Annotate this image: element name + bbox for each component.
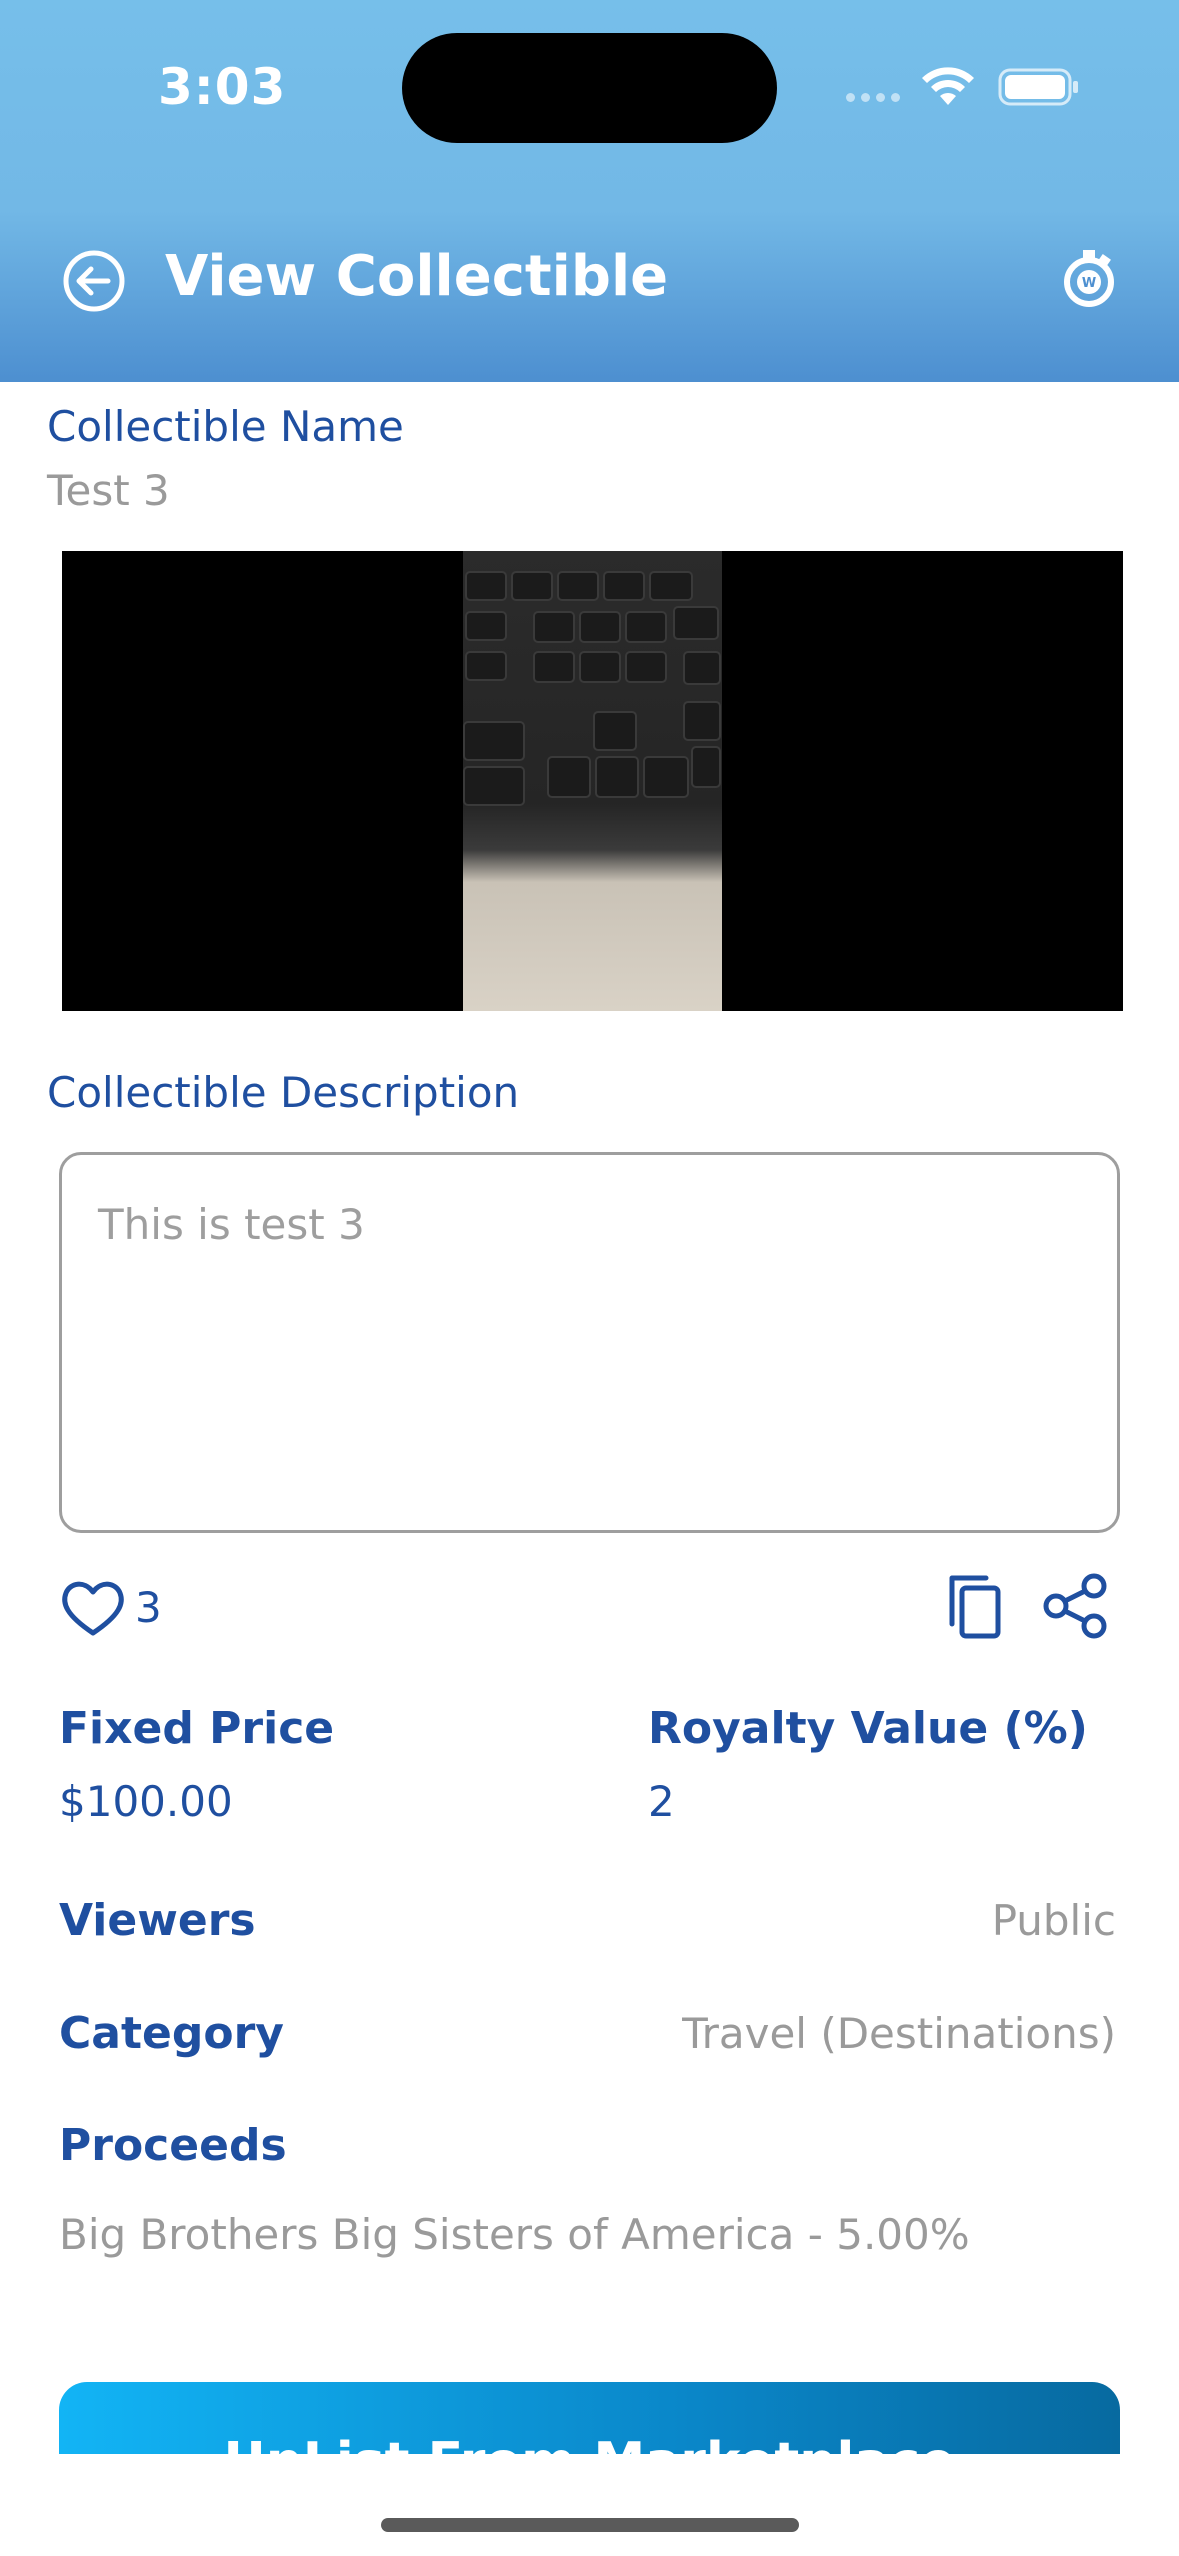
- status-time: 3:03: [158, 58, 287, 116]
- home-indicator[interactable]: [381, 2518, 799, 2532]
- viewers-value: Public: [991, 1896, 1116, 1945]
- proceeds-label: Proceeds: [59, 2120, 287, 2171]
- dynamic-island: [402, 33, 777, 143]
- collectible-description-field[interactable]: This is test 3: [59, 1152, 1120, 1533]
- collectible-description-label: Collectible Description: [47, 1068, 520, 1117]
- heart-icon[interactable]: [58, 1577, 128, 1639]
- collectible-name-label: Collectible Name: [47, 402, 404, 451]
- back-arrow-icon[interactable]: [58, 245, 130, 317]
- copy-icon[interactable]: [946, 1572, 1004, 1640]
- collectible-media[interactable]: [62, 551, 1123, 1011]
- wallet-logo-icon[interactable]: W: [1057, 244, 1121, 314]
- wifi-icon: [922, 67, 974, 105]
- like-count: 3: [135, 1583, 162, 1632]
- cellular-signal-icon: [846, 93, 900, 102]
- battery-icon: [998, 68, 1078, 106]
- fixed-price-label: Fixed Price: [59, 1703, 335, 1754]
- category-label: Category: [59, 2008, 284, 2059]
- bottom-safe-area: [0, 2454, 1179, 2556]
- app-header: 3:03 View Collectible W: [0, 0, 1179, 382]
- svg-text:W: W: [1082, 276, 1096, 291]
- royalty-value: 2: [648, 1777, 675, 1826]
- royalty-value-label: Royalty Value (%): [648, 1703, 1088, 1754]
- category-value: Travel (Destinations): [682, 2009, 1116, 2058]
- fixed-price-value: $100.00: [59, 1777, 233, 1826]
- collectible-image: [463, 551, 722, 1011]
- proceeds-value: Big Brothers Big Sisters of America - 5.…: [59, 2210, 970, 2259]
- collectible-name-value: Test 3: [47, 466, 170, 515]
- viewers-label: Viewers: [59, 1895, 256, 1946]
- page-title: View Collectible: [165, 244, 669, 309]
- share-icon[interactable]: [1042, 1572, 1110, 1640]
